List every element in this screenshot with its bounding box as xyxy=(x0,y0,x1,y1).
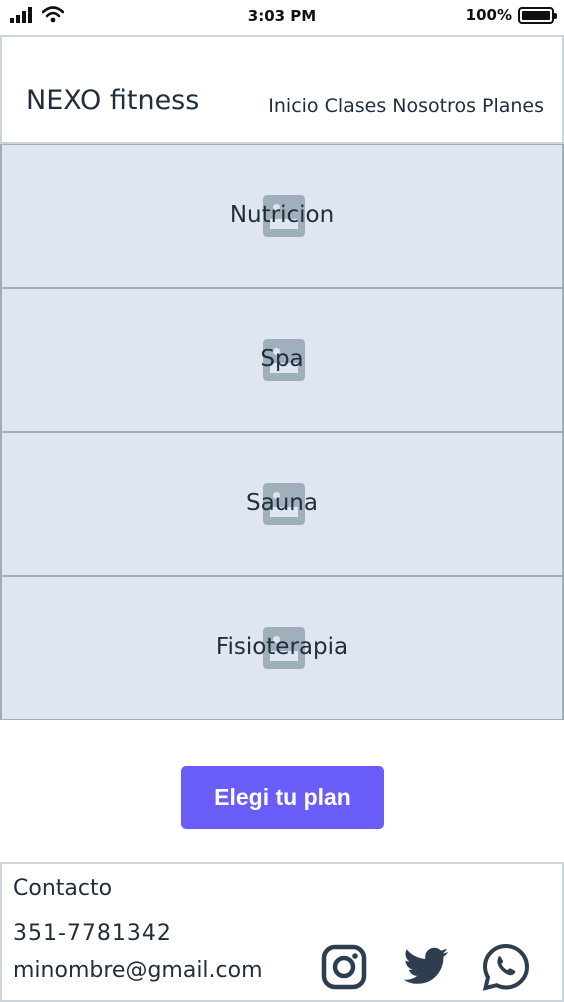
service-tile-spa[interactable]: Spa xyxy=(0,288,564,432)
choose-plan-button[interactable]: Elegi tu plan xyxy=(181,766,384,829)
service-tile-nutricion[interactable]: Nutricion xyxy=(0,144,564,288)
twitter-icon[interactable] xyxy=(401,942,451,992)
service-tile-sauna[interactable]: Sauna xyxy=(0,432,564,576)
nav-link-clases[interactable]: Clases xyxy=(325,95,387,117)
nav-link-planes[interactable]: Planes xyxy=(482,95,544,117)
service-label: Spa xyxy=(260,346,304,372)
status-bar: 3:03 PM 100% xyxy=(0,0,564,34)
instagram-icon[interactable] xyxy=(319,942,369,992)
whatsapp-icon[interactable] xyxy=(481,942,531,992)
service-label: Nutricion xyxy=(229,202,335,228)
site-header: NEXO fitness Inicio Clases Nosotros Plan… xyxy=(0,35,564,144)
service-label: Fisioterapia xyxy=(215,634,349,660)
battery-icon xyxy=(518,6,557,24)
contact-title: Contacto xyxy=(13,876,113,901)
contact-footer: Contacto 351-7781342 minombre@gmail.com xyxy=(0,862,564,1002)
service-tile-fisioterapia[interactable]: Fisioterapia xyxy=(0,576,564,720)
contact-email[interactable]: minombre@gmail.com xyxy=(13,958,263,983)
nav-link-nosotros[interactable]: Nosotros xyxy=(392,95,476,117)
battery-percent: 100% xyxy=(465,6,512,24)
status-right: 100% xyxy=(465,6,557,24)
brand-logo-text[interactable]: NEXO fitness xyxy=(26,85,199,116)
nav-link-inicio[interactable]: Inicio xyxy=(268,95,318,117)
service-label: Sauna xyxy=(246,490,318,516)
contact-phone[interactable]: 351-7781342 xyxy=(13,921,172,946)
main-nav: Inicio Clases Nosotros Planes xyxy=(268,95,544,117)
